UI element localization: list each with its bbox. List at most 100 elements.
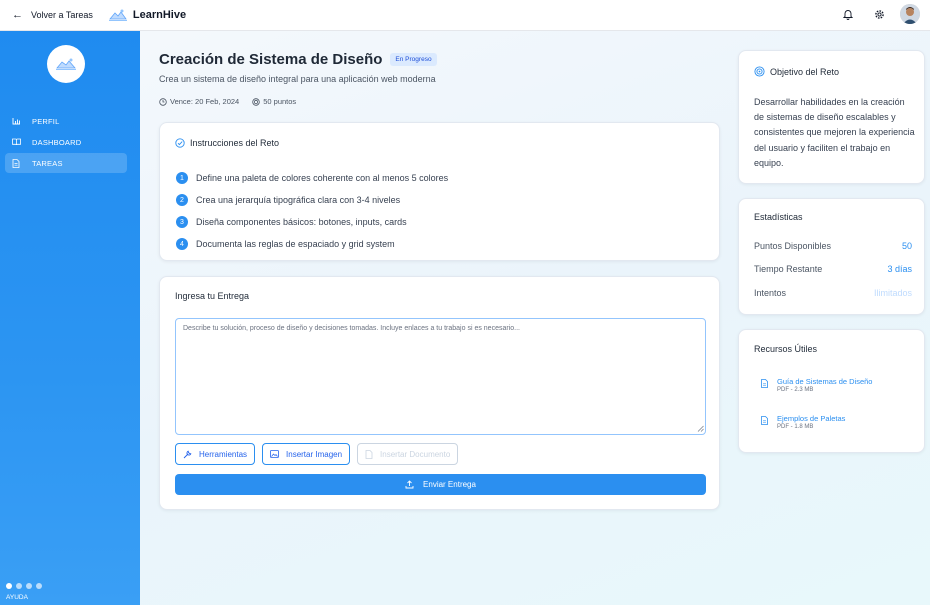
file-icon — [365, 449, 373, 459]
sidebar: PERFIL DASHBOARD TAREAS AYUDA — [0, 31, 140, 605]
submit-button[interactable]: Enviar Entrega — [175, 474, 706, 495]
user-avatar[interactable] — [900, 4, 920, 24]
avatar-image — [900, 4, 920, 24]
insert-image-label: Insertar Imagen — [286, 449, 343, 459]
brand[interactable]: LearnHive — [108, 8, 187, 22]
instructions-title-text: Instrucciones del Reto — [190, 138, 280, 148]
document-icon — [12, 158, 22, 168]
instructions-title: Instrucciones del Reto — [175, 138, 279, 148]
insert-document-label: Insertar Documento — [380, 449, 451, 459]
step-number: 4 — [176, 238, 188, 250]
stat-label: Tiempo Restante — [754, 264, 823, 274]
instruction-step: 3 Diseña componentes básicos: botones, i… — [176, 211, 448, 233]
upload-icon — [405, 480, 414, 489]
resources-title: Recursos Útiles — [754, 344, 818, 354]
tools-button[interactable]: Herramientas — [175, 443, 256, 465]
resource-size: PDF - 2.3 MB — [777, 387, 814, 393]
bar-chart-icon — [12, 117, 22, 125]
objective-title: Objetivo del Reto — [754, 66, 839, 77]
brand-name: LearnHive — [132, 9, 187, 21]
resource-name: Ejemplos de Paletas — [777, 414, 846, 423]
step-text: Diseña componentes básicos: botones, inp… — [196, 217, 407, 227]
resource-size: PDF - 1.8 MB — [777, 424, 814, 430]
book-icon — [12, 138, 22, 146]
page-dot[interactable] — [36, 583, 42, 589]
objective-card: Objetivo del Reto Desarrollar habilidade… — [738, 50, 925, 184]
sidebar-item-label: TAREAS — [32, 158, 63, 168]
instructions-card: Instrucciones del Reto 1 Define una pale… — [159, 122, 720, 261]
help-link[interactable]: AYUDA — [6, 594, 28, 601]
sidebar-item-label: DASHBOARD — [32, 137, 82, 147]
image-icon — [270, 450, 279, 458]
stat-row: Intentos Ilimitados — [754, 288, 912, 298]
arrow-left-icon: ← — [12, 9, 23, 21]
stat-label: Intentos — [754, 288, 787, 298]
page-dot[interactable] — [6, 583, 12, 589]
page-dot[interactable] — [26, 583, 32, 589]
due-date-label: Vence: 20 Feb, 2024 — [170, 97, 240, 106]
challenge-header: Creación de Sistema de Diseño En Progres… — [159, 51, 437, 68]
sidebar-logo-icon — [56, 58, 76, 70]
instruction-step: 1 Define una paleta de colores coherente… — [176, 167, 448, 189]
step-text: Crea una jerarquía tipográfica clara con… — [196, 195, 401, 205]
resource-name: Guía de Sistemas de Diseño — [777, 377, 873, 386]
notifications-button[interactable] — [840, 6, 856, 22]
tools-button-label: Herramientas — [199, 449, 248, 459]
page-dot[interactable] — [16, 583, 22, 589]
document-icon — [761, 379, 768, 388]
resources-card: Recursos Útiles Guía de Sistemas de Dise… — [738, 329, 925, 453]
settings-button[interactable] — [871, 6, 887, 22]
stat-row: Puntos Disponibles 50 — [754, 241, 912, 251]
stat-value: Ilimitados — [873, 288, 912, 298]
document-icon — [761, 416, 768, 425]
sidebar-item-perfil[interactable]: PERFIL — [5, 111, 127, 131]
sidebar-item-dashboard[interactable]: DASHBOARD — [5, 132, 127, 152]
sidebar-nav: PERFIL DASHBOARD TAREAS — [5, 111, 127, 174]
stat-value: 50 — [901, 241, 912, 251]
resize-handle-icon[interactable] — [697, 425, 704, 432]
resource-item[interactable]: Ejemplos de Paletas PDF - 1.8 MB — [761, 414, 845, 431]
insert-document-button[interactable]: Insertar Documento — [357, 443, 459, 465]
submission-card: Ingresa tu Entrega Herramientas Insertar… — [159, 276, 720, 510]
insert-image-button[interactable]: Insertar Imagen — [262, 443, 351, 465]
gear-icon — [874, 9, 884, 19]
page-dots — [6, 583, 46, 589]
challenge-subtitle: Crea un sistema de diseño integral para … — [159, 74, 436, 84]
instruction-step: 2 Crea una jerarquía tipográfica clara c… — [176, 189, 448, 211]
sidebar-item-label: PERFIL — [32, 116, 60, 126]
sidebar-item-tareas[interactable]: TAREAS — [5, 153, 127, 173]
brand-logo-icon — [108, 9, 127, 21]
objective-title-text: Objetivo del Reto — [770, 66, 840, 77]
step-number: 2 — [176, 194, 188, 206]
submission-textarea[interactable] — [175, 318, 706, 435]
target-icon — [252, 97, 260, 106]
back-to-tasks-link[interactable]: ← Volver a Tareas — [12, 9, 93, 21]
submission-toolbar: Herramientas Insertar Imagen Insertar Do… — [175, 443, 465, 465]
points-label: 50 puntos — [263, 97, 297, 106]
stats-card: Estadísticas Puntos Disponibles 50 Tiemp… — [738, 198, 925, 315]
instruction-step: 4 Documenta las reglas de espaciado y gr… — [176, 233, 448, 255]
stat-value: 3 días — [887, 264, 912, 274]
resource-item[interactable]: Guía de Sistemas de Diseño PDF - 2.3 MB — [761, 377, 872, 394]
sidebar-logo[interactable] — [47, 45, 85, 83]
top-bar: ← Volver a Tareas LearnHive — [0, 0, 930, 31]
stats-title: Estadísticas — [754, 212, 803, 222]
target-icon — [754, 66, 765, 77]
instruction-steps: 1 Define una paleta de colores coherente… — [176, 167, 448, 255]
objective-text: Desarrollar habilidades en la creación d… — [754, 97, 915, 168]
check-circle-icon — [175, 138, 185, 148]
submit-button-label: Enviar Entrega — [423, 480, 476, 489]
page-title: Creación de Sistema de Diseño — [159, 51, 383, 68]
step-number: 1 — [176, 172, 188, 184]
status-badge: En Progreso — [390, 53, 437, 66]
bell-icon — [843, 9, 853, 20]
clock-icon — [159, 97, 167, 106]
due-date: Vence: 20 Feb, 2024 — [159, 97, 239, 106]
points: 50 puntos — [252, 97, 296, 106]
stat-label: Puntos Disponibles — [754, 241, 832, 251]
back-label: Volver a Tareas — [31, 10, 93, 20]
submission-title: Ingresa tu Entrega — [175, 291, 250, 301]
step-text: Define una paleta de colores coherente c… — [196, 173, 449, 183]
wrench-icon — [183, 450, 192, 458]
challenge-meta: Vence: 20 Feb, 2024 50 puntos — [159, 97, 309, 106]
